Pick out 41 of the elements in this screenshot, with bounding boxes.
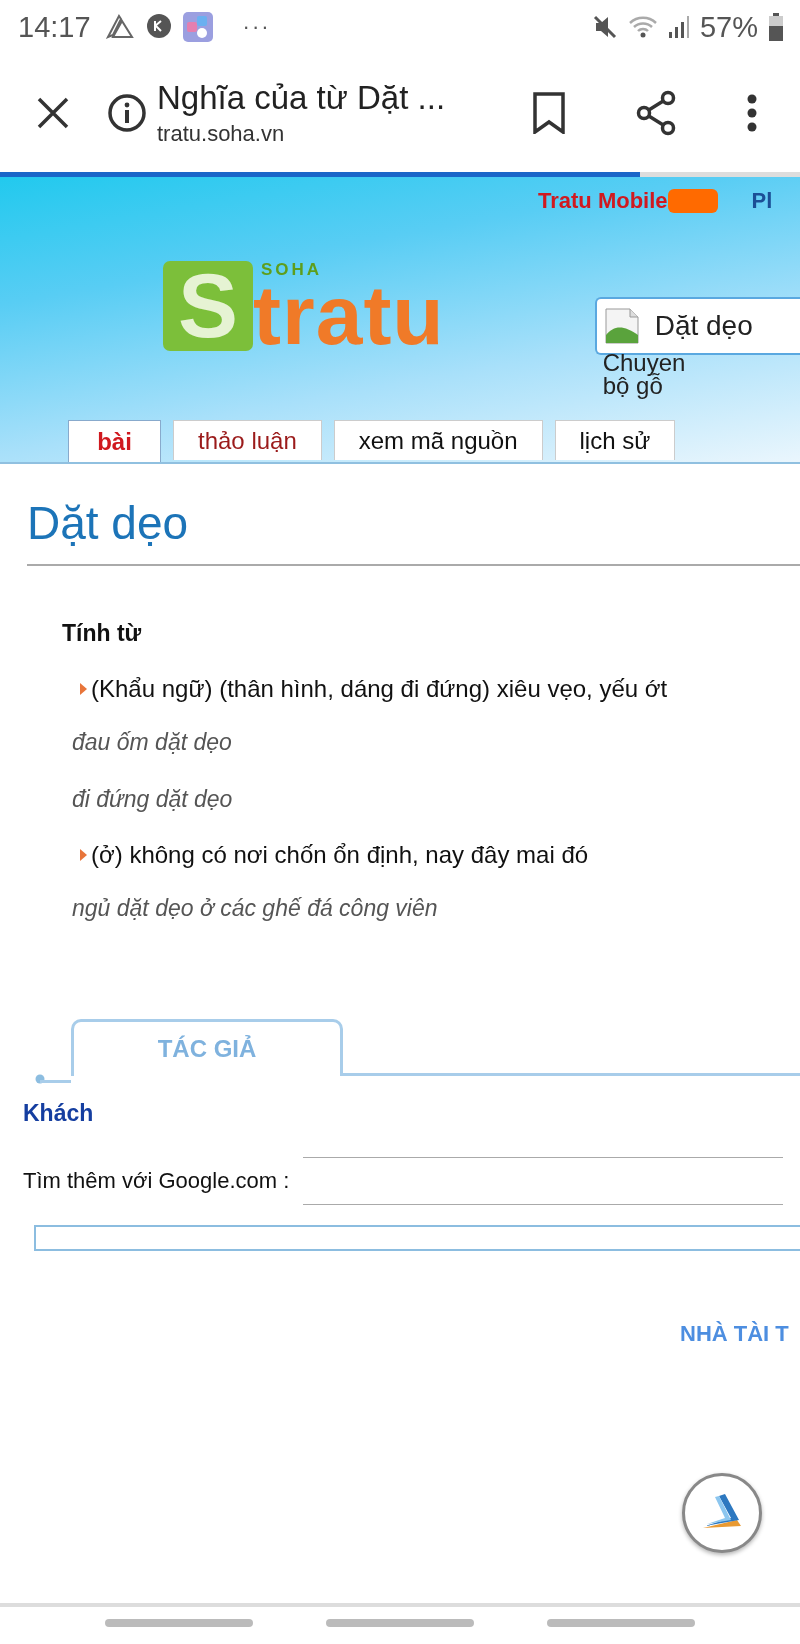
- article-heading: Dặt dẹo: [27, 496, 800, 566]
- battery-percentage: 57%: [699, 10, 758, 44]
- logo-badge: S: [163, 261, 253, 351]
- logo-wordmark: tratu: [253, 279, 445, 351]
- status-time: 14:17: [18, 10, 91, 44]
- bullet-icon: [80, 849, 87, 861]
- bookmark-icon[interactable]: [532, 92, 566, 134]
- search-field[interactable]: Dặt dẹo: [594, 297, 800, 355]
- connector-line: [35, 1072, 71, 1084]
- battery-icon: [768, 13, 784, 41]
- page-tab[interactable]: xem mã nguồn: [333, 420, 543, 460]
- close-icon[interactable]: [36, 96, 70, 130]
- definition-text: (ở) không có nơi chốn ổn định, nay đây mai đó: [91, 841, 589, 869]
- page-tab[interactable]: lịch sử: [554, 420, 676, 460]
- page-tab[interactable]: thảo luận: [173, 420, 322, 460]
- page-tab[interactable]: bài: [68, 420, 161, 462]
- wifi-icon: [627, 14, 658, 40]
- logo-subtitle: SOHA: [261, 261, 324, 279]
- top-link[interactable]: Pl: [751, 188, 773, 214]
- bullet-icon: [80, 683, 87, 695]
- app-logo-button[interactable]: [682, 1473, 762, 1553]
- example-text: đau ốm dặt dẹo: [72, 729, 233, 756]
- example-text: ngủ dặt dẹo ở các ghế đá công viên: [72, 895, 439, 922]
- signal-icon: [667, 15, 690, 39]
- highlight-badge: [667, 189, 718, 213]
- mute-icon: [591, 14, 618, 40]
- definition-text: (Khẩu ngữ) (thân hình, dáng đi đứng) xiêu vẹo, yếu ớt: [91, 675, 668, 703]
- info-icon[interactable]: [107, 93, 147, 133]
- broken-image-icon: [604, 308, 639, 344]
- example-text: đi đứng dặt dẹo: [72, 786, 234, 813]
- page-title: Nghĩa của từ Dặt ...: [157, 79, 447, 117]
- chat-bubble-icon: [144, 13, 173, 41]
- author-name[interactable]: Khách: [23, 1100, 94, 1127]
- part-of-speech: Tính từ: [62, 620, 143, 647]
- sponsor-heading: NHÀ TÀI T: [680, 1321, 790, 1347]
- page-url: tratu.soha.vn: [157, 121, 286, 147]
- google-search-label: Tìm thêm với Google.com :: [23, 1168, 290, 1194]
- share-icon[interactable]: [634, 90, 678, 136]
- more-options-icon[interactable]: [746, 94, 758, 132]
- app-icon: [182, 12, 213, 42]
- more-notifications: ···: [242, 14, 271, 40]
